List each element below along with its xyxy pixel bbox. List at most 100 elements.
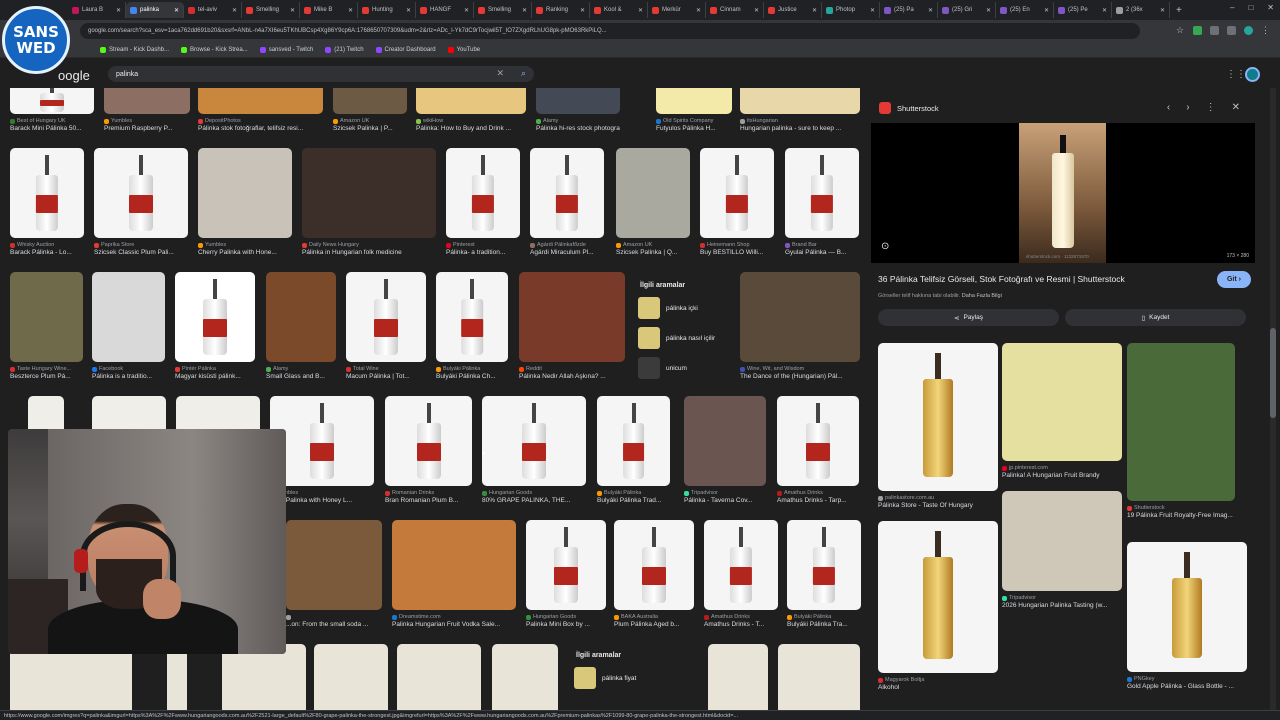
result-caption[interactable]: Amazon UK Szicsek Palinka | Q...: [616, 241, 696, 258]
tab-close-icon[interactable]: ✕: [522, 7, 527, 14]
share-button[interactable]: ⋖ Paylaş: [878, 309, 1059, 326]
result-image[interactable]: [597, 396, 670, 486]
result-image[interactable]: [708, 644, 768, 710]
bookmark-star-icon[interactable]: ☆: [1176, 26, 1185, 35]
result-image[interactable]: [385, 396, 472, 486]
result-image[interactable]: [740, 88, 860, 114]
extension-icon[interactable]: [1193, 26, 1202, 35]
panel-related-image[interactable]: [1127, 343, 1235, 501]
result-caption[interactable]: Taste Hungary Wine... Beszterce Plum Pá..…: [10, 365, 90, 382]
tab-close-icon[interactable]: ✕: [406, 7, 411, 14]
result-caption[interactable]: ...on: From the small soda ...: [286, 613, 382, 630]
result-caption[interactable]: Dreamstime.com Palinka Hungarian Fruit Vo…: [392, 613, 516, 630]
panel-title[interactable]: 36 Pálinka Telifsiz Görseli, Stok Fotoğr…: [878, 274, 1198, 284]
result-image[interactable]: [656, 88, 732, 114]
more-options-icon[interactable]: ⋮: [1206, 102, 1216, 113]
google-logo[interactable]: oogle: [58, 68, 90, 83]
browser-tab[interactable]: Hunting ✕: [358, 2, 416, 18]
browser-tab[interactable]: Justice ✕: [764, 2, 822, 18]
tab-close-icon[interactable]: ✕: [232, 7, 237, 14]
preview-image[interactable]: [1019, 123, 1106, 263]
result-image[interactable]: [446, 148, 520, 238]
result-image[interactable]: [482, 396, 586, 486]
result-image[interactable]: [392, 520, 516, 610]
browser-tab[interactable]: (25) Pe ✕: [1054, 2, 1112, 18]
next-icon[interactable]: ›: [1186, 102, 1189, 113]
panel-related-image[interactable]: [878, 343, 998, 491]
result-caption[interactable]: Brand Bar Gyulai Pálinka — B...: [785, 241, 865, 258]
result-caption[interactable]: Best of Hungary UK Barack Mini Pálinka 50…: [10, 117, 94, 134]
search-input[interactable]: palinka: [116, 71, 138, 78]
result-caption[interactable]: BAKA Australia Plum Pálinka Aged b...: [614, 613, 694, 630]
result-image[interactable]: [530, 148, 604, 238]
tab-close-icon[interactable]: ✕: [986, 7, 991, 14]
result-caption[interactable]: Amazon UK Szicsek Palinka | P...: [333, 117, 413, 134]
result-image[interactable]: [286, 520, 382, 610]
bookmark-item[interactable]: YouTube: [447, 46, 480, 53]
result-caption[interactable]: Romanian Drinks Bran Romanian Plum B...: [385, 489, 472, 506]
tab-close-icon[interactable]: ✕: [638, 7, 643, 14]
result-caption[interactable]: wikiHow Pálinka: How to Buy and Drink ...: [416, 117, 526, 134]
result-caption[interactable]: Whisky Auction Barack Pálinka - Lo...: [10, 241, 90, 258]
panel-related-image[interactable]: [878, 521, 998, 673]
result-image[interactable]: [740, 272, 860, 362]
browser-tab[interactable]: HANGF ✕: [416, 2, 474, 18]
result-caption[interactable]: Total Wine Macum Pálinka | Tot...: [346, 365, 426, 382]
panel-related-image[interactable]: [1002, 343, 1122, 461]
panel-related-image[interactable]: [1127, 542, 1247, 672]
minimize-icon[interactable]: –: [1230, 3, 1234, 12]
result-caption[interactable]: Facebook Pálinka is a traditio...: [92, 365, 172, 382]
result-caption[interactable]: Heinemann Shop Buy BESTILLO Willi...: [700, 241, 780, 258]
lens-icon[interactable]: ⊙: [881, 241, 889, 252]
panel-related-caption[interactable]: palinkastore.com.au Pálinka Store - Taste…: [878, 494, 998, 509]
visit-button[interactable]: Git ›: [1217, 271, 1251, 288]
result-caption[interactable]: Bulyáki Pálinka Bulyáki Pálinka Trad...: [597, 489, 677, 506]
new-tab-button[interactable]: +: [1176, 5, 1182, 16]
result-caption[interactable]: Agárdi Pálinkafőzde Agárdi Miraculum Pl..…: [530, 241, 610, 258]
tab-close-icon[interactable]: ✕: [1044, 7, 1049, 14]
result-image[interactable]: [92, 272, 165, 362]
browser-tab[interactable]: (25) Pa ✕: [880, 2, 938, 18]
account-avatar[interactable]: [1245, 67, 1260, 82]
result-image[interactable]: [346, 272, 426, 362]
panel-related-caption[interactable]: jp.pinterest.com Palinka! A Hungarian Fru…: [1002, 464, 1122, 479]
result-caption[interactable]: Yumbles Cherry Palinka with Hone...: [198, 241, 292, 258]
panel-related-caption[interactable]: PNGkey Gold Apple Pálinka - Glass Bottle …: [1127, 675, 1247, 690]
result-image[interactable]: [492, 644, 558, 710]
menu-icon[interactable]: ⋮: [1261, 26, 1270, 35]
result-image[interactable]: [10, 148, 84, 238]
bookmark-item[interactable]: Creator Dashboard: [375, 46, 436, 53]
tab-close-icon[interactable]: ✕: [580, 7, 585, 14]
result-caption[interactable]: Daily News Hungary Pálinka in Hungarian f…: [302, 241, 436, 258]
tab-close-icon[interactable]: ✕: [928, 7, 933, 14]
panel-related-image[interactable]: [1002, 491, 1122, 591]
result-caption[interactable]: Bulyáki Pálinka Bulyáki Pálinka Tra...: [787, 613, 867, 630]
browser-tab[interactable]: (25) En ✕: [996, 2, 1054, 18]
result-caption[interactable]: itsHungarian Hungarian palinka - sure to …: [740, 117, 860, 134]
url-field[interactable]: google.com/search?sca_esv=1aca762dd691b2…: [80, 23, 1140, 39]
clear-icon[interactable]: ✕: [496, 68, 504, 79]
result-image[interactable]: [302, 148, 436, 238]
related-search-item[interactable]: pálinka içki: [634, 293, 734, 323]
result-caption[interactable]: Reddit Pálinka Nedir Allah Aşkına? ...: [519, 365, 625, 382]
result-caption[interactable]: Alamy Small Glass and B...: [266, 365, 346, 382]
result-image[interactable]: [616, 148, 690, 238]
profile-icon[interactable]: [1244, 26, 1253, 35]
result-caption[interactable]: Pinterest Pálinka- a tradition...: [446, 241, 526, 258]
search-icon[interactable]: ⌕: [521, 68, 526, 79]
tab-close-icon[interactable]: ✕: [812, 7, 817, 14]
bookmark-item[interactable]: Stream - Kick Dashb...: [100, 46, 169, 53]
panel-related-caption[interactable]: Shutterstock 19 Pálinka Fruit Royalty-Fre…: [1127, 504, 1235, 519]
result-caption[interactable]: Old Spirits Company Futyulos Pálinka H...: [656, 117, 736, 134]
browser-tab[interactable]: 2 (36x ✕: [1112, 2, 1170, 18]
result-image[interactable]: [266, 272, 336, 362]
result-image[interactable]: [614, 520, 694, 610]
browser-tab[interactable]: Laura B ✕: [68, 2, 126, 18]
previous-icon[interactable]: ‹: [1167, 102, 1170, 113]
result-caption[interactable]: Hungarian Goods 80% GRAPE PALINKA, THE...: [482, 489, 586, 506]
download-icon[interactable]: [1227, 26, 1236, 35]
tab-close-icon[interactable]: ✕: [1160, 7, 1165, 14]
result-caption[interactable]: Amathus Drinks Amathus Drinks - T...: [704, 613, 784, 630]
tab-close-icon[interactable]: ✕: [116, 7, 121, 14]
result-image[interactable]: [778, 644, 860, 710]
